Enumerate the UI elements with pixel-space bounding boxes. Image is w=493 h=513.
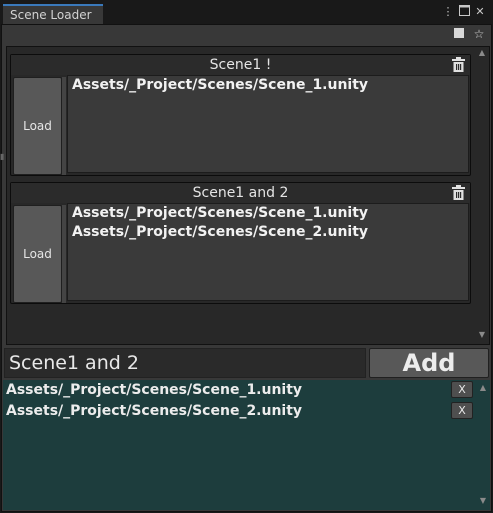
star-icon[interactable]: ☆ [471,26,487,42]
scene-group-card: Scene1 and 2 Load Assets/_Project/Scenes… [10,182,471,304]
pending-list-scrollbar[interactable]: ▲ ▼ [477,383,489,508]
load-button[interactable]: Load [13,205,62,303]
load-button[interactable]: Load [13,77,62,175]
remove-button-label: X [458,404,466,417]
kebab-menu-icon[interactable]: ⋮ [441,5,455,19]
remove-button-label: X [458,383,466,396]
pending-scene-list: Assets/_Project/Scenes/Scene_1.unity X A… [3,380,490,510]
tab-title: Scene Loader [10,8,92,22]
remove-button[interactable]: X [451,381,473,398]
tab-scene-loader[interactable]: Scene Loader [3,4,103,24]
scroll-down-arrow-icon[interactable]: ▼ [477,496,489,505]
close-icon[interactable]: ✕ [473,5,487,19]
scene-paths-box: Assets/_Project/Scenes/Scene_1.unity Ass… [67,203,469,301]
scene-group-title: Scene1 and 2 [11,183,470,203]
square-icon[interactable] [451,26,467,42]
scroll-down-arrow-icon[interactable]: ▼ [475,330,489,339]
load-button-label: Load [23,247,52,261]
remove-button[interactable]: X [451,402,473,419]
scene-path: Assets/_Project/Scenes/Scene_2.unity [72,224,369,240]
scene-path: Assets/_Project/Scenes/Scene_1.unity [72,205,369,221]
card-divider [62,205,66,303]
scene-group-name-value: Scene1 and 2 [9,352,139,374]
scene-group-name-input[interactable]: Scene1 and 2 [4,348,366,378]
list-item: Assets/_Project/Scenes/Scene_2.unity X [3,401,473,422]
left-edge-mark: ▮ [0,152,5,161]
scene-group-card: Scene1 ! Load Assets/_Project/Scenes/Sce… [10,54,471,176]
scene-list-scrollbar[interactable]: ▲ ▼ [475,48,489,344]
card-divider [62,77,66,175]
scroll-up-arrow-icon[interactable]: ▲ [475,48,489,57]
scene-path: Assets/_Project/Scenes/Scene_1.unity [72,77,369,93]
trash-icon[interactable] [452,57,466,73]
scroll-up-arrow-icon[interactable]: ▲ [477,383,489,392]
add-button-label: Add [402,349,456,377]
trash-icon[interactable] [452,185,466,201]
pending-scene-path: Assets/_Project/Scenes/Scene_1.unity [6,382,303,398]
scene-paths-box: Assets/_Project/Scenes/Scene_1.unity [67,75,469,173]
load-button-label: Load [23,119,52,133]
pending-scene-path: Assets/_Project/Scenes/Scene_2.unity [6,403,303,419]
scene-group-title: Scene1 ! [11,55,470,75]
add-button[interactable]: Add [369,348,489,378]
maximize-icon[interactable] [457,5,471,19]
list-item: Assets/_Project/Scenes/Scene_1.unity X [3,380,473,401]
